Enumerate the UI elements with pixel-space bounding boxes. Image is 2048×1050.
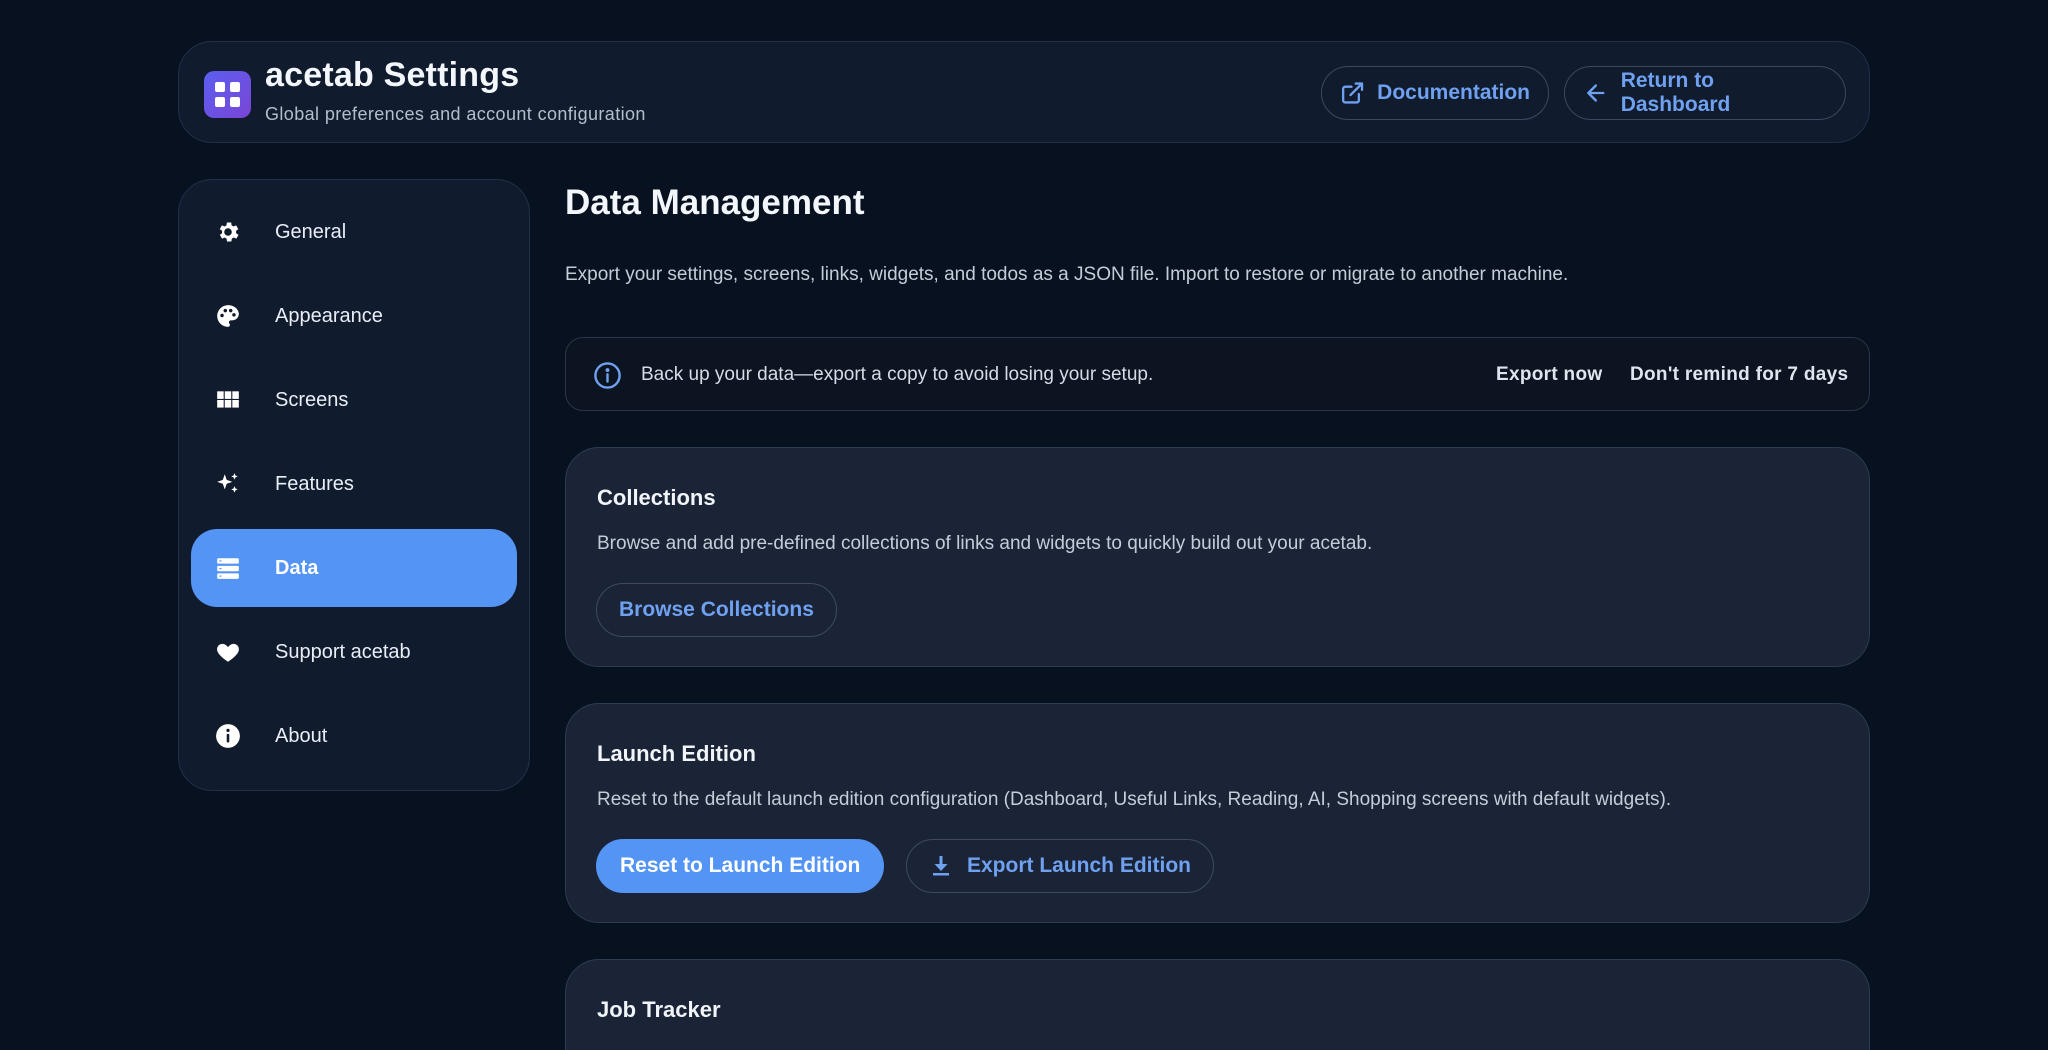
launch-edition-card: Launch Edition Reset to the default laun… [565, 703, 1870, 923]
grid-icon [217, 391, 239, 408]
sidebar-item-label: Data [275, 556, 319, 579]
card-title: Collections [597, 485, 716, 510]
card-description: Reset to the default launch edition conf… [597, 789, 1672, 810]
dismiss-reminder-button[interactable]: Don't remind for 7 days [1630, 364, 1848, 386]
sidebar-item-general[interactable]: General [191, 193, 517, 271]
palette-icon [217, 305, 239, 327]
sidebar-item-data[interactable]: Data [191, 529, 517, 607]
backup-reminder-banner: Back up your data—export a copy to avoid… [565, 337, 1870, 411]
page-title: Data Management [565, 183, 865, 222]
sparkles-icon [217, 473, 238, 493]
header-bar: acetab Settings Global preferences and a… [178, 41, 1870, 143]
sidebar-item-support[interactable]: Support acetab [191, 613, 517, 691]
app-subtitle: Global preferences and account configura… [265, 104, 646, 124]
info-icon [216, 724, 240, 748]
sidebar-item-label: Support acetab [275, 640, 411, 663]
sidebar-item-features[interactable]: Features [191, 445, 517, 523]
settings-sidebar: General Appearance Screens Features Data… [178, 179, 530, 791]
return-label: Return to Dashboard [1620, 69, 1731, 116]
gear-icon [219, 222, 239, 242]
job-tracker-card: Job Tracker [565, 959, 1870, 1050]
sidebar-item-about[interactable]: About [191, 697, 517, 775]
sidebar-item-label: Appearance [275, 304, 383, 327]
sidebar-item-label: Features [275, 472, 354, 495]
sidebar-item-appearance[interactable]: Appearance [191, 277, 517, 355]
sidebar-item-label: About [275, 724, 328, 747]
sidebar-item-label: Screens [275, 388, 349, 411]
app-title: acetab Settings [265, 56, 520, 94]
banner-text: Back up your data—export a copy to avoid… [641, 364, 1154, 385]
documentation-label: Documentation [1377, 81, 1530, 104]
card-title: Launch Edition [597, 741, 756, 766]
documentation-button[interactable]: Documentation [1321, 66, 1549, 120]
collections-card: Collections Browse and add pre-defined c… [565, 447, 1870, 667]
info-circle-icon [594, 362, 621, 389]
browse-collections-button[interactable]: Browse Collections [596, 583, 837, 637]
arrow-left-icon [1587, 84, 1605, 102]
database-icon [217, 558, 239, 579]
page-description: Export your settings, screens, links, wi… [565, 264, 1569, 285]
sidebar-item-label: General [275, 220, 347, 243]
download-icon [933, 856, 949, 876]
heart-icon [217, 643, 239, 662]
sidebar-item-screens[interactable]: Screens [191, 361, 517, 439]
export-launch-edition-button[interactable]: Export Launch Edition [906, 839, 1214, 893]
export-now-button[interactable]: Export now [1496, 364, 1602, 386]
card-title: Job Tracker [597, 997, 721, 1022]
export-launch-edition-label: Export Launch Edition [967, 854, 1191, 877]
card-description: Browse and add pre-defined collections o… [597, 533, 1373, 554]
reset-launch-edition-button[interactable]: Reset to Launch Edition [596, 839, 885, 893]
app-logo-icon [204, 71, 251, 118]
external-link-icon [1341, 82, 1364, 104]
return-to-dashboard-button[interactable]: Return to Dashboard [1564, 66, 1846, 120]
